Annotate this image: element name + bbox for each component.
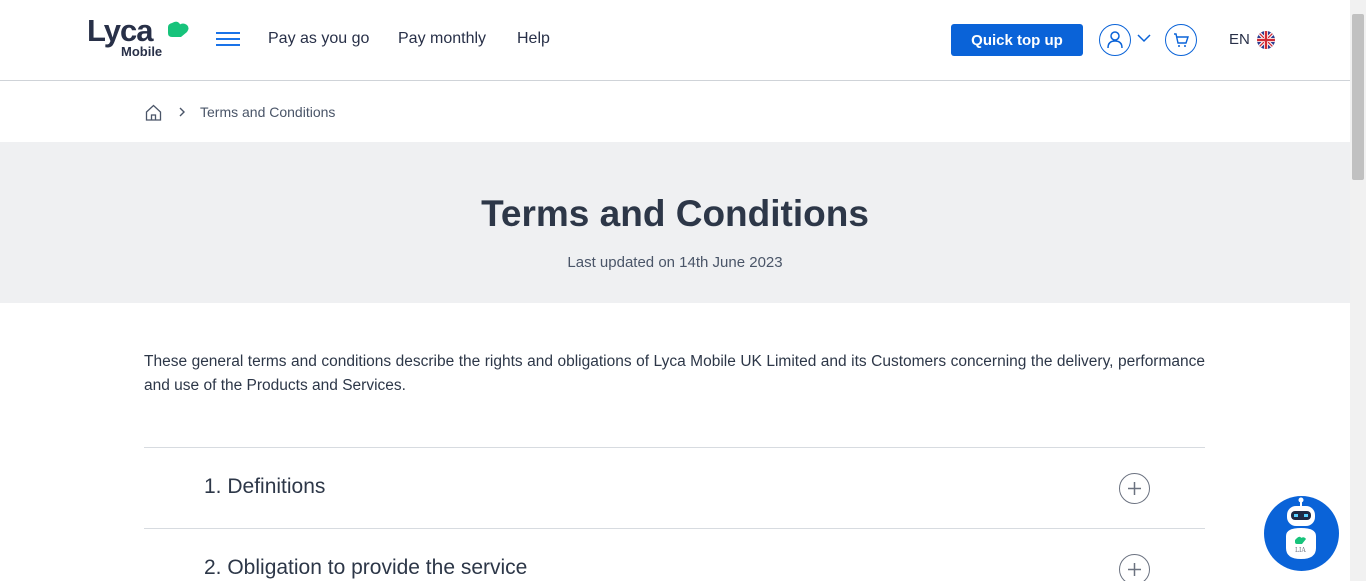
page-scrollbar[interactable] xyxy=(1350,0,1366,581)
language-selector[interactable]: EN xyxy=(1229,31,1250,48)
intro-paragraph: These general terms and conditions descr… xyxy=(144,353,1205,394)
last-updated-text: Last updated on 14th June 2023 xyxy=(567,254,783,271)
accordion-title: 1. Definitions xyxy=(204,475,326,498)
hamburger-icon xyxy=(216,32,240,34)
nav-pay-as-you-go[interactable]: Pay as you go xyxy=(268,30,369,48)
quick-top-up-button[interactable]: Quick top up xyxy=(951,24,1083,56)
lyca-mobile-logo[interactable]: Lyca Mobile xyxy=(86,14,190,60)
menu-button[interactable] xyxy=(216,32,240,48)
robot-icon xyxy=(1286,497,1316,559)
heart-icon xyxy=(168,21,189,37)
plus-circle-icon[interactable] xyxy=(1119,554,1150,581)
hero-banner: Terms and Conditions Last updated on 14t… xyxy=(0,142,1350,303)
accordion-title: 2. Obligation to provide the service xyxy=(204,556,528,579)
cart-icon xyxy=(1174,33,1189,47)
site-header: Lyca Mobile Pay as you go Pay monthly He… xyxy=(0,0,1350,81)
nav-pay-monthly[interactable]: Pay monthly xyxy=(398,30,486,48)
user-icon xyxy=(1107,31,1123,49)
accordion-definitions[interactable]: 1. Definitions xyxy=(144,447,1205,528)
plus-circle-icon[interactable] xyxy=(1119,473,1150,504)
logo-text: Lyca xyxy=(87,13,154,48)
nav-help[interactable]: Help xyxy=(517,30,550,48)
scrollbar-thumb[interactable] xyxy=(1352,14,1364,180)
chevron-down-icon[interactable] xyxy=(1137,33,1151,43)
home-icon[interactable] xyxy=(145,104,162,121)
account-button[interactable] xyxy=(1099,24,1131,56)
breadcrumb-current: Terms and Conditions xyxy=(200,104,336,120)
page-title: Terms and Conditions xyxy=(481,193,869,234)
logo-subtext: Mobile xyxy=(121,44,163,59)
chatbot-launcher[interactable]: LIA xyxy=(1264,496,1339,571)
uk-flag-icon[interactable] xyxy=(1257,31,1275,49)
chatbot-label: LIA xyxy=(1295,547,1306,554)
accordion-obligation[interactable]: 2. Obligation to provide the service xyxy=(144,528,1205,581)
cart-button[interactable] xyxy=(1165,24,1197,56)
chevron-right-icon xyxy=(178,106,186,118)
breadcrumb: Terms and Conditions xyxy=(145,102,335,122)
